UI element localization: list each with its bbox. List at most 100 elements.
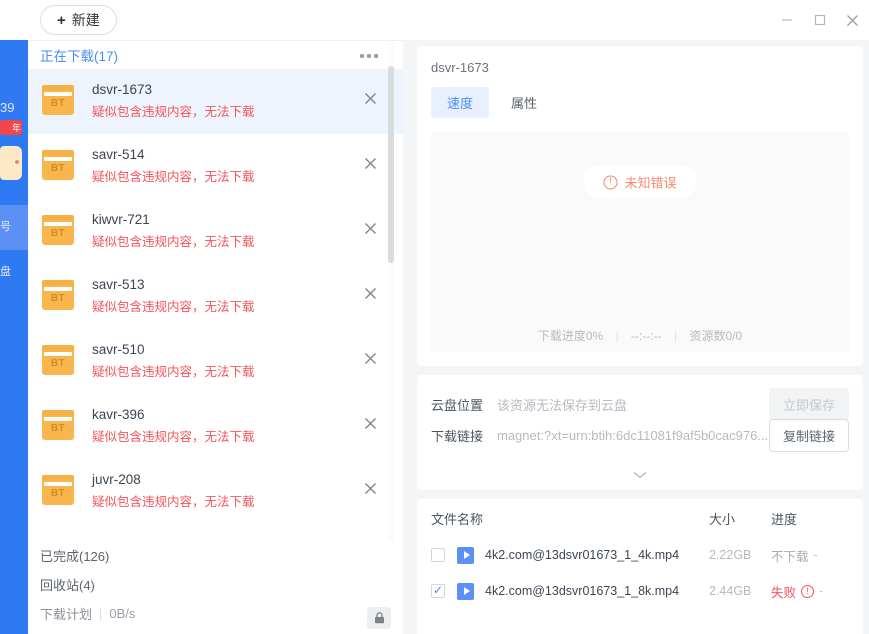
- rail-top-spacer: [0, 0, 28, 40]
- download-item-warning: 疑似包含违规内容，无法下载: [92, 495, 255, 509]
- download-item-name: dsvr-1673: [92, 82, 153, 97]
- file-name: 4k2.com@13dsvr01673_1_8k.mp4: [485, 584, 680, 598]
- chevron-down-icon[interactable]: [417, 470, 863, 482]
- rail-promo-card[interactable]: [0, 146, 22, 180]
- window-controls: [770, 0, 869, 40]
- rail-badge-label: 年: [11, 123, 21, 133]
- download-list-item[interactable]: BT savr-510 疑似包含违规内容，无法下载: [28, 329, 403, 394]
- error-badge: ! 未知错误: [583, 165, 697, 199]
- download-item-warning: 疑似包含违规内容，无法下载: [92, 300, 255, 314]
- nav-completed-label: 已完成(126): [40, 549, 110, 564]
- plus-icon: +: [57, 11, 66, 29]
- download-item-warning: 疑似包含违规内容，无法下载: [92, 170, 255, 184]
- download-item-warning: 疑似包含违规内容，无法下载: [92, 235, 255, 249]
- nav-recycle-label: 回收站(4): [40, 578, 95, 593]
- detail-tabs: 速度 属性: [431, 87, 849, 118]
- remove-task-icon[interactable]: [361, 154, 379, 172]
- title-bar: + 新建: [28, 0, 869, 40]
- nav-recycle-bin[interactable]: 回收站(4): [28, 570, 403, 599]
- download-link-row: 下载链接 magnet:?xt=urn:btih:6dc11081f9af5b0…: [431, 415, 849, 455]
- remove-task-icon[interactable]: [361, 89, 379, 107]
- cloud-location-row: 云盘位置 该资源无法保存到云盘 立即保存: [431, 375, 849, 421]
- download-items-list: BT dsvr-1673 疑似包含违规内容，无法下载 BT savr-514 疑似包含违规…: [28, 69, 403, 524]
- alert-circle-icon: !: [603, 175, 618, 189]
- rail-item-label: 盘: [0, 266, 11, 278]
- file-progress-trailing: -: [813, 548, 818, 562]
- download-plan-label: 下载计划: [40, 607, 93, 622]
- download-item-warning: 疑似包含违规内容，无法下载: [92, 105, 255, 119]
- download-item-name: savr-510: [92, 342, 145, 357]
- global-sidebar-rail[interactable]: 39 年 号 盘: [0, 0, 28, 634]
- left-bottom-nav: 已完成(126) 回收站(4) 下载计划 | 0B/s: [28, 541, 403, 634]
- downloading-section-title[interactable]: 正在下载(17): [40, 49, 118, 64]
- maximize-icon[interactable]: [803, 0, 836, 40]
- video-play-icon[interactable]: [457, 546, 474, 564]
- download-item-name: savr-513: [92, 277, 145, 292]
- file-table-row[interactable]: 4k2.com@13dsvr01673_1_8k.mp4 2.44GB 失败!-: [431, 573, 849, 609]
- download-list-item[interactable]: BT kiwvr-721 疑似包含违规内容，无法下载: [28, 199, 403, 264]
- download-speed-value: 0B/s: [109, 606, 136, 621]
- tab-speed[interactable]: 速度: [431, 87, 490, 118]
- cloud-location-value: 该资源无法保存到云盘: [497, 397, 628, 413]
- download-list-item[interactable]: BT savr-513 疑似包含违规内容，无法下载: [28, 264, 403, 329]
- download-list-item[interactable]: BT dsvr-1673 疑似包含违规内容，无法下载: [28, 69, 403, 134]
- download-status-line: 下载进度0% | --:--:-- | 资源数0/0: [417, 327, 863, 344]
- remove-task-icon[interactable]: [361, 219, 379, 237]
- file-checkbox[interactable]: [431, 548, 445, 562]
- file-table-row[interactable]: 4k2.com@13dsvr01673_1_4k.mp4 2.22GB 不下载 -: [431, 537, 849, 573]
- download-progress-text: 下载进度0%: [537, 329, 604, 343]
- download-peers-text: 资源数0/0: [689, 329, 743, 343]
- download-time-text: --:--:--: [631, 329, 662, 343]
- video-play-icon[interactable]: [457, 582, 474, 600]
- remove-task-icon[interactable]: [361, 349, 379, 367]
- download-link-value[interactable]: magnet:?xt=urn:btih:6dc11081f9af5b0cac97…: [497, 428, 769, 443]
- download-item-name: juvr-208: [92, 472, 141, 487]
- download-list-item[interactable]: BT savr-514 疑似包含违规内容，无法下载: [28, 134, 403, 199]
- more-options-icon[interactable]: [357, 48, 381, 64]
- tab-properties[interactable]: 属性: [495, 87, 553, 118]
- cloud-location-label: 云盘位置: [431, 397, 484, 413]
- file-size: 2.44GB: [709, 584, 752, 598]
- file-table-card: 文件名称 大小 进度 4k2.com@13dsvr01673_1_4k.mp4 2…: [417, 499, 863, 634]
- download-item-warning: 疑似包含违规内容，无法下载: [92, 365, 255, 379]
- rail-selected-label: 号: [0, 221, 11, 233]
- bt-folder-icon: BT: [42, 150, 74, 180]
- remove-task-icon[interactable]: [361, 479, 379, 497]
- col-header-size: 大小: [709, 511, 736, 527]
- minimize-icon[interactable]: [770, 0, 803, 40]
- detail-task-title: dsvr-1673: [431, 60, 489, 75]
- download-item-name: savr-514: [92, 147, 145, 162]
- rail-dot-icon: [15, 160, 19, 164]
- col-header-progress: 进度: [771, 511, 798, 527]
- file-checkbox[interactable]: [431, 583, 445, 598]
- divider: |: [615, 329, 619, 343]
- divider: |: [99, 606, 103, 621]
- download-list-item[interactable]: BT kavr-396 疑似包含违规内容，无法下载: [28, 394, 403, 459]
- file-size: 2.22GB: [709, 548, 752, 562]
- list-scrollbar-thumb[interactable]: [388, 66, 394, 263]
- bt-folder-icon: BT: [42, 280, 74, 310]
- nav-download-plan[interactable]: 下载计划 | 0B/s: [28, 599, 403, 628]
- bt-folder-icon: BT: [42, 410, 74, 440]
- rail-badge-red: 年: [0, 120, 22, 135]
- detail-card-meta: 云盘位置 该资源无法保存到云盘 立即保存 下载链接 magnet:?xt=urn…: [417, 375, 863, 490]
- file-table-body: 4k2.com@13dsvr01673_1_4k.mp42.22GB不下载-4k…: [431, 537, 849, 609]
- file-progress-trailing: -: [819, 584, 824, 598]
- file-progress-status: 不下载: [771, 549, 809, 564]
- detail-card-speed: dsvr-1673 速度 属性 ! 未知错误 下载进度0% | --:--:--…: [417, 46, 863, 366]
- copy-link-button[interactable]: 复制链接: [768, 418, 849, 452]
- new-task-label: 新建: [71, 12, 100, 28]
- nav-completed[interactable]: 已完成(126): [28, 541, 403, 570]
- save-now-button[interactable]: 立即保存: [768, 387, 849, 421]
- divider: |: [674, 329, 678, 343]
- bt-folder-icon: BT: [42, 345, 74, 375]
- bt-folder-icon: BT: [42, 85, 74, 115]
- remove-task-icon[interactable]: [361, 414, 379, 432]
- close-icon[interactable]: [836, 0, 869, 40]
- lock-icon[interactable]: [367, 607, 391, 629]
- remove-task-icon[interactable]: [361, 284, 379, 302]
- new-task-button[interactable]: + 新建: [40, 5, 117, 35]
- download-list-item[interactable]: BT juvr-208 疑似包含违规内容，无法下载: [28, 459, 403, 524]
- bt-folder-icon: BT: [42, 215, 74, 245]
- rail-badge-number: 39: [0, 100, 15, 115]
